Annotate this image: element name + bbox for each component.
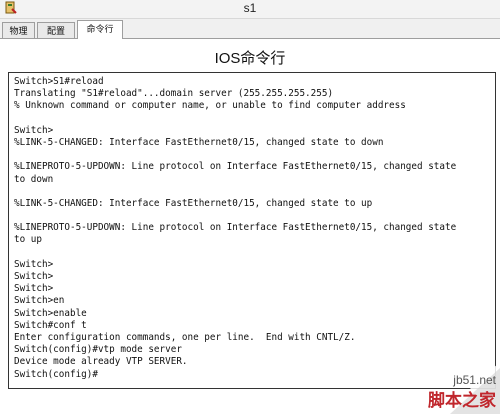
- console-line: Enter configuration commands, one per li…: [14, 331, 356, 343]
- tab-config[interactable]: 配置: [37, 22, 75, 38]
- console-line: %LINEPROTO-5-UPDOWN: Line protocol on In…: [14, 222, 457, 234]
- tab-physical[interactable]: 物理: [2, 22, 35, 38]
- watermark-site: jb51.net: [452, 373, 496, 387]
- console-line: to down: [14, 173, 54, 185]
- console-line: Switch#conf t: [14, 319, 87, 331]
- tab-cli[interactable]: 命令行: [77, 20, 123, 39]
- console-output[interactable]: Switch>S1#reload Translating "S1#reload".…: [8, 72, 496, 389]
- tab-bar: 物理 配置 命令行: [0, 20, 500, 39]
- site-watermark: jb51.net 脚本之家: [428, 362, 500, 414]
- console-line: %LINK-5-CHANGED: Interface FastEthernet0…: [14, 197, 373, 209]
- console-line: Switch>: [14, 124, 54, 136]
- watermark-name: 脚本之家: [428, 390, 496, 411]
- console-line: Switch>enable: [14, 307, 87, 319]
- console-line: %LINK-5-CHANGED: Interface FastEthernet0…: [14, 136, 384, 148]
- console-line: Switch>S1#reload: [14, 76, 104, 87]
- window-title: s1: [243, 1, 257, 15]
- console-line: Switch>en: [14, 295, 65, 307]
- console-line: Switch>: [14, 283, 54, 295]
- panel-title: IOS命令行: [214, 50, 286, 67]
- console-text: Switch>S1#reload Translating "S1#reload".…: [14, 76, 493, 381]
- console-line: %LINEPROTO-5-UPDOWN: Line protocol on In…: [14, 161, 457, 173]
- console-line: to up: [14, 234, 42, 246]
- console-line: Switch>: [14, 271, 54, 282]
- console-line: Switch(config)#vtp mode server: [14, 344, 182, 356]
- console-line: Translating "S1#reload"...domain server …: [14, 88, 334, 100]
- cli-panel: IOS命令行 Switch>S1#reload Translating "S1#r…: [0, 39, 500, 414]
- console-line: Switch>: [14, 258, 54, 270]
- window-titlebar: s1: [0, 0, 500, 19]
- console-line: % Unknown command or computer name, or u…: [14, 100, 406, 112]
